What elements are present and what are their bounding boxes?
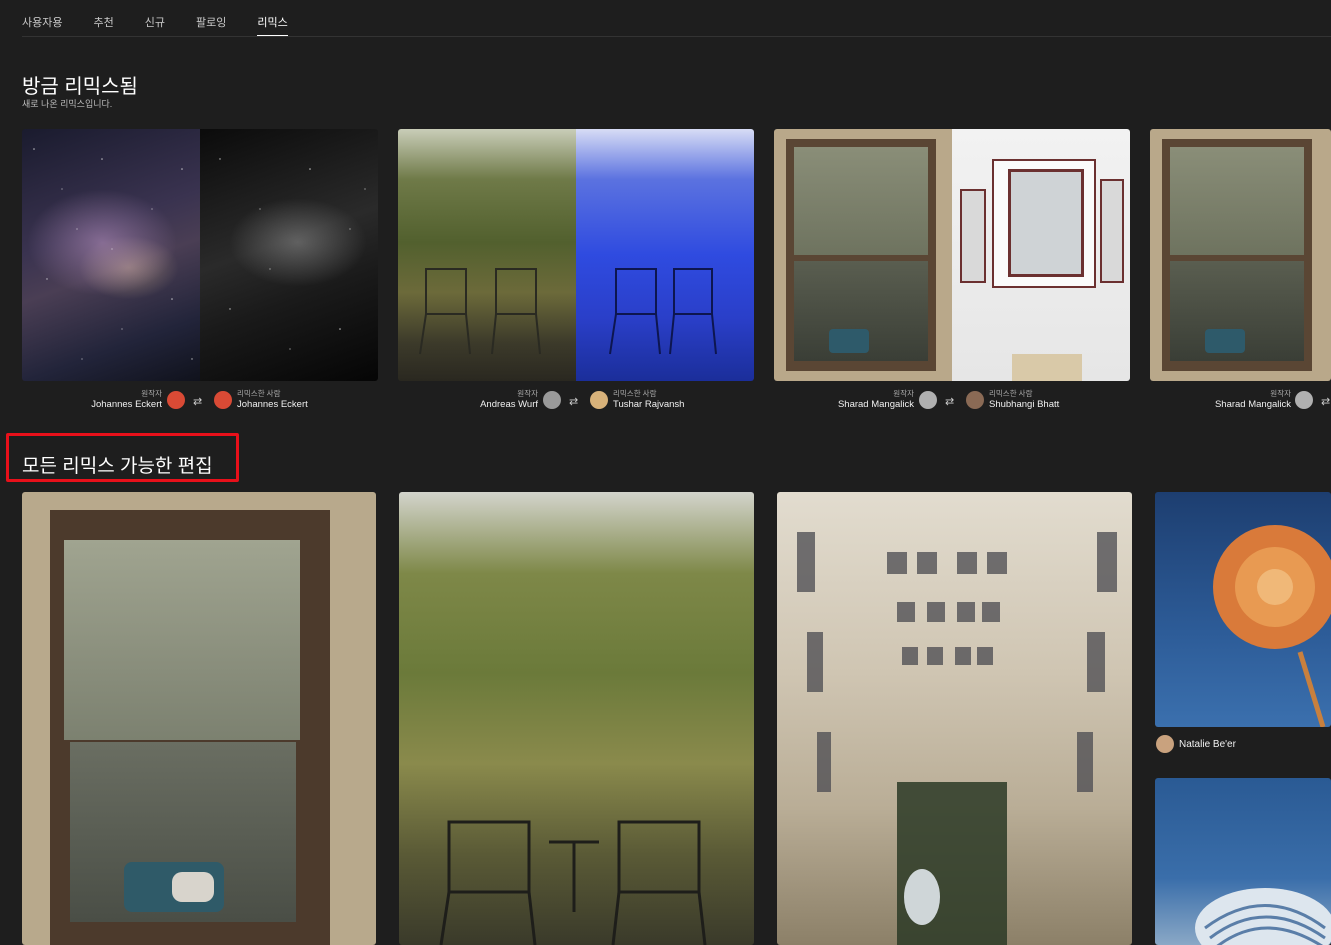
remix-card[interactable] — [398, 129, 754, 381]
tab-remix[interactable]: 리믹스 — [257, 0, 289, 37]
remix-icon: ⇄ — [1321, 396, 1331, 408]
avatar[interactable] — [543, 391, 561, 409]
remix-card[interactable] — [774, 129, 1130, 381]
tab-for-you[interactable]: 사용자용 — [22, 0, 62, 36]
original-image — [774, 129, 952, 381]
original-role-label: 원작자 — [1270, 389, 1291, 398]
grid-tile[interactable] — [777, 492, 1132, 945]
original-role-label: 원작자 — [517, 389, 538, 398]
remix-credits: 원작자 Sharad Mangalick ⇄ — [1150, 389, 1331, 413]
remixer-name[interactable]: Shubhangi Bhatt — [989, 399, 1059, 411]
grid-tile[interactable] — [1155, 778, 1331, 945]
avatar[interactable] — [167, 391, 185, 409]
tile-author-name[interactable]: Natalie Be'er — [1179, 739, 1236, 750]
remix-icon: ⇄ — [945, 396, 955, 408]
avatar[interactable] — [1295, 391, 1313, 409]
avatar[interactable] — [1156, 735, 1174, 753]
remix-image — [576, 129, 754, 381]
remix-card[interactable] — [22, 129, 378, 381]
chairs-illustration — [439, 820, 707, 945]
tab-new[interactable]: 신규 — [145, 0, 165, 36]
recent-section-subtitle: 새로 나온 리믹스입니다. — [22, 99, 113, 109]
tab-featured[interactable]: 추천 — [93, 0, 113, 36]
avatar[interactable] — [919, 391, 937, 409]
original-role-label: 원작자 — [141, 389, 162, 398]
tabs-divider — [22, 36, 1331, 37]
original-author-name[interactable]: Andreas Wurf — [480, 399, 538, 411]
remix-credits: 원작자 Johannes Eckert ⇄ 리믹스한 사람 Johannes E… — [22, 389, 378, 413]
remix-image — [952, 129, 1130, 381]
windows-illustration — [797, 532, 1117, 945]
avatar[interactable] — [590, 391, 608, 409]
building-illustration — [1195, 888, 1331, 945]
original-image — [398, 129, 576, 381]
tab-following[interactable]: 팔로잉 — [196, 0, 226, 36]
flower-illustration — [1213, 525, 1331, 727]
remixer-role-label: 리믹스한 사람 — [989, 389, 1033, 398]
remixer-role-label: 리믹스한 사람 — [237, 389, 281, 398]
remixer-name[interactable]: Tushar Rajvansh — [613, 399, 684, 411]
original-image — [22, 129, 200, 381]
remix-icon: ⇄ — [569, 396, 579, 408]
grid-tile[interactable] — [1155, 492, 1331, 727]
original-author-name[interactable]: Sharad Mangalick — [838, 399, 914, 411]
original-role-label: 원작자 — [893, 389, 914, 398]
remixer-role-label: 리믹스한 사람 — [613, 389, 657, 398]
remixer-name[interactable]: Johannes Eckert — [237, 399, 308, 411]
top-tabs: 사용자용 추천 신규 팔로잉 리믹스 — [22, 0, 319, 37]
grid-tile[interactable] — [399, 492, 754, 945]
remix-credits: 원작자 Sharad Mangalick ⇄ 리믹스한 사람 Shubhangi… — [774, 389, 1130, 413]
original-image — [1150, 129, 1331, 381]
cat — [172, 872, 214, 902]
original-author-name[interactable]: Johannes Eckert — [91, 399, 162, 411]
remix-image — [200, 129, 378, 381]
avatar[interactable] — [966, 391, 984, 409]
remix-icon: ⇄ — [193, 396, 203, 408]
window-upper-pane — [64, 540, 300, 740]
all-section-title: 모든 리믹스 가능한 편집 — [22, 456, 213, 477]
original-author-name[interactable]: Sharad Mangalick — [1215, 399, 1291, 411]
remix-card[interactable] — [1150, 129, 1331, 381]
recent-section-title: 방금 리믹스됨 — [22, 76, 138, 98]
avatar[interactable] — [214, 391, 232, 409]
remix-credits: 원작자 Andreas Wurf ⇄ 리믹스한 사람 Tushar Rajvan… — [398, 389, 754, 413]
grid-tile[interactable] — [22, 492, 376, 945]
